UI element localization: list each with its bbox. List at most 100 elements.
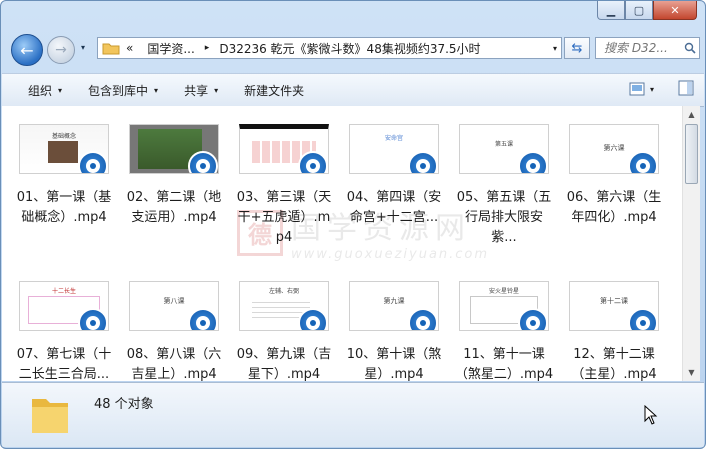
video-thumbnail: 第五课: [459, 124, 549, 174]
navigation-row: ← → ▾ « 国学资... ▸ D32236 乾元《紫微斗数》48集视频约37…: [1, 31, 705, 69]
scrollbar-thumb[interactable]: [685, 124, 698, 184]
thumbnail-title: 左辅、右弼: [268, 288, 299, 295]
file-item[interactable]: 基础概念 01、第一课（基础概念）.mp4: [14, 124, 114, 228]
caption-buttons: ▁ ▢ ✕: [597, 1, 697, 20]
refresh-button[interactable]: ⇆: [564, 37, 590, 59]
chevron-down-icon: ▾: [214, 85, 219, 95]
breadcrumb-item-current[interactable]: D32236 乾元《紫微斗数》48集视频约37.5小时: [219, 40, 480, 57]
folder-icon: [102, 43, 120, 55]
chevron-down-icon: ▾: [154, 85, 159, 95]
back-button[interactable]: ←: [11, 34, 43, 66]
video-thumbnail: 安火星铃星: [459, 281, 549, 331]
search-input[interactable]: [602, 40, 684, 56]
video-badge-icon: [628, 308, 658, 330]
video-badge-icon: [518, 151, 548, 173]
file-item[interactable]: 03、第三课（天干+五虎遁）.mp4: [234, 124, 334, 248]
file-item[interactable]: 左辅、右弼 09、第九课（吉星下）.mp4: [234, 281, 334, 381]
video-thumbnail: 第八课: [129, 281, 219, 331]
chevron-down-icon: ▾: [649, 84, 654, 94]
mouse-cursor-icon: [644, 405, 658, 425]
file-item[interactable]: 第六课 06、第六课（生年四化）.mp4: [564, 124, 664, 228]
video-badge-icon: [78, 151, 108, 173]
vertical-scrollbar[interactable]: ▲ ▼: [682, 106, 700, 381]
organize-label: 组织: [28, 83, 53, 98]
file-item[interactable]: 02、第二课（地支运用）.mp4: [124, 124, 224, 228]
file-list: 德 国学资源网 www.guoxueziyuan.com 基础概念 01、第一课…: [2, 106, 682, 381]
video-thumbnail: 十二长生: [19, 281, 109, 331]
video-badge-icon: [408, 308, 438, 330]
file-name: 05、第五课（五行局排大限安紫...: [456, 190, 552, 245]
share-label: 共享: [184, 83, 209, 98]
search-box[interactable]: [595, 37, 700, 59]
organize-menu[interactable]: 组织 ▾: [28, 82, 62, 99]
video-badge-icon: [518, 308, 548, 330]
thumbnail-image: [48, 141, 78, 163]
maximize-button[interactable]: ▢: [625, 1, 653, 20]
video-thumbnail: 第十二课: [569, 281, 659, 331]
video-thumbnail: [239, 124, 329, 174]
file-name: 09、第九课（吉星下）.mp4: [236, 347, 332, 381]
breadcrumb-overflow[interactable]: «: [126, 41, 133, 55]
thumbnail-title: 第八课: [163, 297, 185, 305]
file-item[interactable]: 第五课 05、第五课（五行局排大限安紫...: [454, 124, 554, 248]
thumbnail-title: 第十二课: [600, 297, 628, 305]
share-menu[interactable]: 共享 ▾: [184, 82, 218, 99]
view-icon: [629, 82, 645, 96]
change-view-button[interactable]: ▾: [629, 82, 654, 96]
file-name: 10、第十课（煞星）.mp4: [346, 347, 442, 381]
file-name: 12、第十二课（主星）.mp4: [571, 347, 657, 381]
include-in-library-menu[interactable]: 包含到库中 ▾: [88, 82, 158, 99]
video-badge-icon: [298, 151, 328, 173]
object-count: 48 个对象: [94, 397, 154, 412]
video-badge-icon: [78, 308, 108, 330]
file-item[interactable]: 安命宫 04、第四课（安命宫+十二宫...: [344, 124, 444, 228]
video-badge-icon: [298, 308, 328, 330]
video-thumbnail: 左辅、右弼: [239, 281, 329, 331]
file-name: 03、第三课（天干+五虎遁）.mp4: [236, 190, 332, 245]
include-library-label: 包含到库中: [88, 83, 149, 98]
new-folder-label: 新建文件夹: [244, 83, 305, 98]
file-name: 07、第七课（十二长生三合局...: [16, 347, 112, 381]
close-button[interactable]: ✕: [653, 1, 697, 20]
video-badge-icon: [188, 151, 218, 173]
breadcrumb-item-guoxue[interactable]: 国学资...: [147, 40, 194, 57]
file-name: 11、第十一课（煞星二）.mp4: [454, 347, 554, 381]
video-badge-icon: [408, 151, 438, 173]
details-pane: 48 个对象: [2, 382, 704, 447]
address-bar[interactable]: « 国学资... ▸ D32236 乾元《紫微斗数》48集视频约37.5小时 ▾: [97, 37, 562, 59]
new-folder-button[interactable]: 新建文件夹: [244, 82, 304, 99]
chevron-down-icon: ▾: [58, 85, 63, 95]
file-item[interactable]: 十二长生 07、第七课（十二长生三合局...: [14, 281, 114, 381]
video-thumbnail: 第六课: [569, 124, 659, 174]
forward-button[interactable]: →: [47, 36, 75, 64]
scroll-up-button[interactable]: ▲: [683, 106, 700, 123]
thumbnail-title: 基础概念: [51, 133, 76, 140]
file-name: 04、第四课（安命宫+十二宫...: [346, 190, 442, 225]
file-item[interactable]: 第八课 08、第八课（六吉星上）.mp4: [124, 281, 224, 381]
scroll-down-button[interactable]: ▼: [683, 364, 700, 381]
minimize-button[interactable]: ▁: [597, 1, 625, 20]
arrow-left-icon: ←: [20, 40, 34, 60]
file-name: 08、第八课（六吉星上）.mp4: [126, 347, 222, 381]
address-dropdown[interactable]: ▾: [553, 44, 557, 53]
breadcrumb-separator[interactable]: ▸: [205, 43, 210, 53]
thumbnail-title: 第九课: [383, 297, 405, 305]
recent-pages-dropdown[interactable]: ▾: [81, 43, 85, 52]
thumbnail-title: 安火星铃星: [488, 288, 519, 295]
video-badge-icon: [628, 151, 658, 173]
folder-icon: [32, 399, 68, 433]
video-thumbnail: 安命宫: [349, 124, 439, 174]
file-item[interactable]: 第十二课 12、第十二课（主星）.mp4: [564, 281, 664, 381]
search-icon[interactable]: [684, 42, 696, 54]
file-name: 02、第二课（地支运用）.mp4: [126, 190, 222, 225]
preview-pane-icon[interactable]: [678, 80, 694, 96]
explorer-window: ▁ ▢ ✕ ← → ▾ « 国学资... ▸ D32236 乾元《紫微斗数》48…: [0, 0, 706, 449]
command-bar: 组织 ▾ 包含到库中 ▾ 共享 ▾ 新建文件夹 ▾: [2, 73, 704, 107]
file-item[interactable]: 第九课 10、第十课（煞星）.mp4: [344, 281, 444, 381]
video-thumbnail: 第九课: [349, 281, 439, 331]
file-item[interactable]: 安火星铃星 11、第十一课（煞星二）.mp4: [454, 281, 554, 381]
watermark-url: www.guoxueziyuan.com: [291, 247, 490, 262]
file-name: 01、第一课（基础概念）.mp4: [16, 190, 112, 225]
thumbnail-title: 第五课: [494, 141, 513, 148]
thumbnail-title: 十二长生: [51, 288, 76, 295]
